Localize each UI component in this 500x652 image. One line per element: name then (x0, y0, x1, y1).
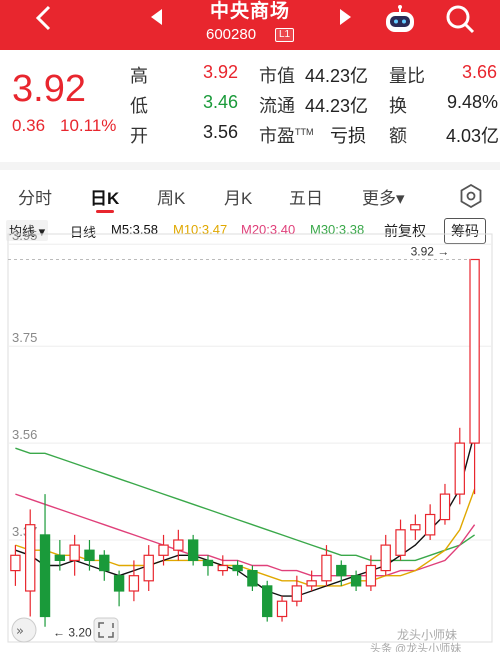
float-cap-value: 44.23亿 (305, 96, 369, 116)
tab-daily-k[interactable]: 日K (90, 184, 119, 209)
volume-ratio-label: 量比 (389, 66, 425, 86)
candle-down (262, 585, 273, 618)
low-label: 低 (130, 96, 148, 116)
candle-up (439, 493, 451, 521)
volume-ratio-value: 3.66 (462, 62, 498, 82)
candle-down (113, 575, 125, 592)
candle-down (187, 539, 199, 561)
y-tick-label: 3.95 (12, 230, 37, 243)
candle-down (336, 564, 347, 577)
open-label: 开 (130, 126, 148, 146)
candle-up (454, 442, 465, 495)
y-tick-label: 3.56 (12, 427, 37, 442)
watermark-sub: 头条 @龙头小师妹 (370, 643, 462, 652)
candle-up (321, 554, 332, 582)
candle-down (54, 554, 66, 561)
stock-name: 中央商场 (209, 1, 290, 22)
low-value: 3.46 (203, 92, 239, 112)
candle-up (25, 524, 36, 592)
active-tab-indicator (96, 210, 114, 213)
double-chevron-icon: » (16, 624, 24, 639)
float-cap-label: 流通 (259, 96, 295, 116)
candle-up (291, 585, 303, 602)
candle-down (84, 549, 95, 562)
candle-up (10, 554, 21, 572)
candle-up (380, 544, 391, 572)
candle-up (365, 564, 377, 587)
ma5-line (15, 432, 476, 597)
current-price: 3.92 (12, 68, 86, 110)
candle-up (128, 575, 140, 592)
stock-header: 中央商场 600280 L1 (0, 0, 500, 50)
candle-up (276, 600, 288, 618)
pe-value: 亏损 (330, 126, 366, 146)
candle-up (173, 539, 184, 551)
robot-assistant-icon[interactable] (383, 4, 417, 34)
amount-value: 4.03亿 (446, 126, 500, 146)
settings-icon[interactable] (459, 184, 483, 208)
candle-down (232, 564, 243, 572)
fullscreen-button[interactable] (93, 617, 119, 643)
price-change-percent: 10.11% (60, 116, 117, 135)
y-tick-label: 3.75 (12, 330, 37, 345)
candle-down (202, 559, 214, 567)
k-line-chart[interactable]: 3.953.753.563.373.92 →← 3.20» (0, 230, 500, 652)
candle-up (306, 580, 317, 587)
tab-more[interactable]: 更多▾ (362, 184, 405, 209)
tab-five-day[interactable]: 五日 (289, 184, 323, 209)
amount-label: 额 (389, 126, 407, 146)
candle-up (217, 564, 228, 572)
high-label: 高 (130, 66, 148, 86)
search-icon[interactable] (444, 3, 476, 35)
tab-intraday[interactable]: 分时 (18, 184, 52, 209)
max-price-label: 3.92 → (411, 245, 450, 259)
candle-up (410, 524, 421, 531)
candle-up (69, 544, 80, 562)
candle-up (469, 258, 480, 444)
candle-up (143, 554, 154, 582)
open-value: 3.56 (203, 122, 239, 142)
next-stock-icon[interactable] (338, 8, 354, 26)
turnover-value: 9.48% (447, 92, 499, 112)
stock-code: 600280 (206, 26, 257, 43)
period-tabs: 分时 日K 周K 月K 五日 更多▾ (0, 162, 500, 213)
market-cap-label: 市值 (259, 66, 295, 86)
candle-down (39, 534, 51, 618)
candle-down (350, 575, 362, 587)
price-change: 0.36 (12, 116, 46, 135)
tab-monthly-k[interactable]: 月K (224, 184, 252, 209)
candle-down (247, 570, 258, 587)
min-price-label: ← 3.20 (53, 626, 92, 640)
level-badge: L1 (275, 28, 295, 42)
candle-up (395, 529, 406, 556)
high-value: 3.92 (203, 62, 239, 82)
pe-label: 市盈TTM (259, 126, 314, 146)
candle-up (424, 513, 436, 536)
tab-weekly-k[interactable]: 周K (157, 184, 185, 209)
candle-down (99, 554, 110, 572)
candle-up (158, 544, 169, 556)
turnover-label: 换 (389, 96, 407, 116)
quote-summary: 3.92 0.36 10.11% 高 3.92 低 3.46 开 3.56 市值… (0, 50, 500, 162)
market-cap-value: 44.23亿 (305, 66, 369, 86)
